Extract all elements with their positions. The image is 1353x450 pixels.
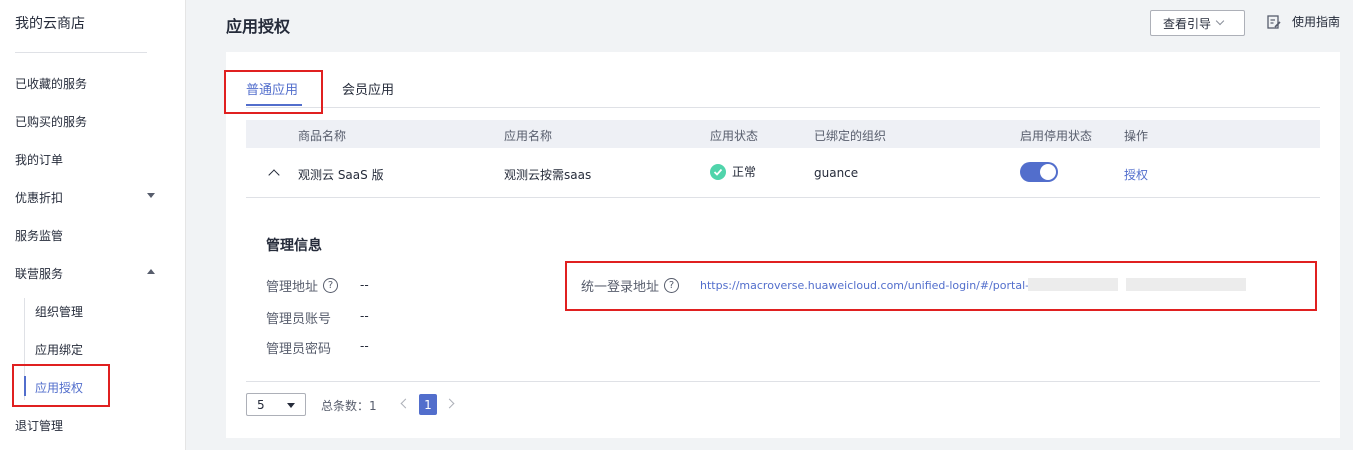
sidebar: 我的云商店 已收藏的服务 已购买的服务 我的订单 优惠折扣 服务监管 联营服务 … bbox=[0, 0, 186, 450]
admin-account-value: -- bbox=[360, 309, 369, 323]
page-title: 应用授权 bbox=[226, 17, 291, 36]
check-circle-icon bbox=[710, 163, 726, 180]
chevron-up-icon[interactable] bbox=[268, 169, 280, 181]
sidebar-sub-item-org-management[interactable]: 组织管理 bbox=[35, 303, 83, 320]
column-header: 启用停用状态 bbox=[1020, 129, 1093, 143]
prev-page-icon[interactable] bbox=[400, 398, 411, 409]
status-text: 正常 bbox=[732, 165, 757, 179]
tab-bar: 普通应用 会员应用 bbox=[224, 52, 1340, 114]
document-edit-icon bbox=[1267, 14, 1281, 29]
current-page-button[interactable]: 1 bbox=[419, 394, 437, 415]
tab-divider bbox=[246, 107, 1320, 108]
highlight-box bbox=[12, 364, 110, 407]
management-info-title: 管理信息 bbox=[266, 238, 322, 254]
page-size-select[interactable]: 5 bbox=[246, 393, 306, 416]
table-row: 观测云 SaaS 版 观测云按需saas 正常 guance 授权 bbox=[246, 148, 1320, 198]
user-guide-link[interactable]: 使用指南 bbox=[1266, 13, 1340, 30]
status-badge: 正常 bbox=[710, 163, 756, 180]
app-name: 观测云按需saas bbox=[504, 168, 592, 182]
column-header: 操作 bbox=[1124, 129, 1149, 143]
caret-up-icon bbox=[147, 269, 155, 274]
tab-member-apps[interactable]: 会员应用 bbox=[342, 79, 394, 98]
caret-down-icon bbox=[147, 193, 155, 198]
manage-url-label-text: 管理地址 bbox=[266, 280, 319, 295]
help-icon[interactable]: ? bbox=[323, 278, 339, 293]
caret-down-icon bbox=[287, 403, 295, 408]
sidebar-title: 我的云商店 bbox=[15, 16, 85, 32]
column-header: 应用名称 bbox=[504, 129, 553, 143]
sidebar-item-label: 联营服务 bbox=[15, 267, 64, 281]
manage-url-label: 管理地址 ? bbox=[266, 276, 339, 295]
authorize-link[interactable]: 授权 bbox=[1124, 166, 1148, 183]
sidebar-sub-item-app-binding[interactable]: 应用绑定 bbox=[35, 341, 83, 358]
column-header: 已绑定的组织 bbox=[814, 129, 887, 143]
chevron-down-icon bbox=[1215, 16, 1225, 26]
sidebar-item-favorites[interactable]: 已收藏的服务 bbox=[15, 75, 87, 92]
sidebar-item-purchased[interactable]: 已购买的服务 bbox=[15, 113, 87, 130]
sidebar-item-discounts[interactable]: 优惠折扣 bbox=[15, 189, 171, 206]
sidebar-item-unsubscribe[interactable]: 退订管理 bbox=[15, 417, 63, 434]
next-page-icon[interactable] bbox=[444, 398, 455, 409]
sidebar-item-supervision[interactable]: 服务监管 bbox=[15, 227, 63, 244]
column-header: 商品名称 bbox=[298, 129, 347, 143]
highlight-box bbox=[224, 70, 323, 114]
sidebar-divider bbox=[15, 52, 147, 53]
user-guide-label: 使用指南 bbox=[1292, 15, 1341, 29]
column-header: 应用状态 bbox=[710, 129, 759, 143]
manage-url-value[interactable]: -- bbox=[360, 278, 369, 292]
view-guide-label: 查看引导 bbox=[1163, 16, 1212, 31]
table-header: 商品名称 应用名称 应用状态 已绑定的组织 启用停用状态 操作 bbox=[246, 120, 1320, 148]
page-size-value: 5 bbox=[257, 397, 265, 412]
bound-organization: guance bbox=[814, 166, 859, 180]
view-guide-button[interactable]: 查看引导 bbox=[1150, 10, 1245, 36]
enable-toggle[interactable] bbox=[1020, 162, 1058, 182]
admin-password-value: -- bbox=[360, 339, 369, 353]
sidebar-item-label: 优惠折扣 bbox=[15, 191, 64, 205]
admin-password-label: 管理员密码 bbox=[266, 342, 332, 357]
highlight-box bbox=[565, 261, 1317, 311]
main-card: 普通应用 会员应用 商品名称 应用名称 应用状态 已绑定的组织 启用停用状态 操… bbox=[224, 52, 1340, 438]
sidebar-item-orders[interactable]: 我的订单 bbox=[15, 151, 63, 168]
footer-divider bbox=[246, 381, 1320, 382]
total-count: 总条数：1 bbox=[321, 399, 377, 413]
admin-account-label: 管理员账号 bbox=[266, 312, 332, 327]
toggle-knob bbox=[1040, 164, 1056, 180]
product-name: 观测云 SaaS 版 bbox=[298, 168, 384, 182]
sidebar-item-joint-services[interactable]: 联营服务 bbox=[15, 265, 171, 282]
